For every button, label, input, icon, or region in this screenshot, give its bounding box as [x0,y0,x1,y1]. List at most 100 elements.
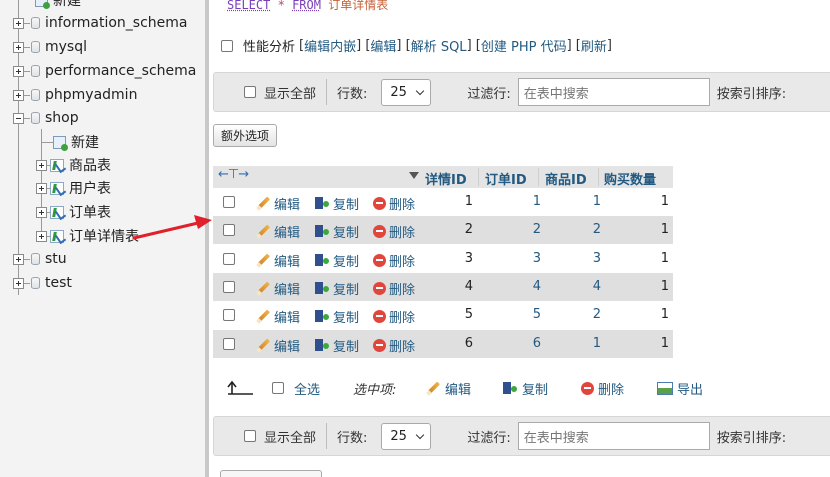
table-cell[interactable]: 2 [511,222,541,237]
profiling-checkbox[interactable] [221,39,233,52]
row-copy-button[interactable]: 复制 [315,336,359,355]
explain-sql-link[interactable]: 解析 SQL [411,36,467,55]
bulk-delete-button[interactable]: 删除 [581,379,624,398]
row-copy-button[interactable]: 复制 [315,194,359,213]
table-cell[interactable]: 6 [511,336,541,351]
sql-keyword-from[interactable]: FROM [292,0,321,12]
row-edit-button[interactable]: 编辑 [256,336,300,355]
column-header-product-id[interactable]: 商品ID [545,169,587,188]
row-copy-button[interactable]: 复制 [315,279,359,298]
tree-item-order-details-table[interactable]: 订单详情表 [36,225,139,247]
bulk-edit-button[interactable]: 编辑 [426,379,471,398]
filter-rows-input[interactable]: 在表中搜索 [517,78,710,106]
tree-item-phpmyadmin[interactable]: phpmyadmin [13,84,137,106]
table-cell[interactable]: 3 [511,251,541,266]
table-row[interactable]: 编辑 复制 删除 4 4 4 1 [213,272,673,301]
column-header-order-id[interactable]: 订单ID [485,169,527,188]
expand-icon[interactable] [36,230,47,242]
table-cell[interactable]: 2 [571,222,601,237]
tree-label: phpmyadmin [45,87,138,103]
rows-per-page-select[interactable]: 25 [381,422,432,450]
table-cell[interactable]: 1 [511,194,541,209]
select-all-checkbox[interactable] [272,382,284,394]
column-header-quantity[interactable]: 购买数量 [604,169,656,188]
expand-icon[interactable] [36,206,47,218]
sql-keyword-select[interactable]: SELECT [227,0,270,12]
show-all-checkbox[interactable] [244,86,256,98]
row-delete-button[interactable]: 删除 [373,279,415,298]
inline-edit-link[interactable]: 编辑内嵌 [304,36,356,55]
row-checkbox[interactable] [223,337,235,350]
table-cell[interactable]: 4 [511,279,541,294]
tree-item-information-schema[interactable]: information_schema [13,12,188,34]
row-edit-button[interactable]: 编辑 [256,251,300,270]
tree-item-stu[interactable]: stu [13,248,67,270]
bulk-copy-button[interactable]: 复制 [503,379,548,398]
show-all-checkbox[interactable] [244,430,256,442]
row-delete-button[interactable]: 删除 [373,194,415,213]
sort-indicator-icon[interactable] [409,172,419,179]
show-all-toggle[interactable]: 显示全部 [244,83,316,102]
table-row[interactable]: 编辑 复制 删除 6 6 1 1 [213,329,673,358]
bulk-export-button[interactable]: 导出 [657,379,703,398]
expand-icon[interactable] [13,65,24,77]
rows-per-page-select[interactable]: 25 [381,78,432,106]
table-cell[interactable]: 1 [571,194,601,209]
row-edit-button[interactable]: 编辑 [256,279,300,298]
create-php-code-link[interactable]: 创建 PHP 代码 [481,36,567,55]
show-all-toggle[interactable]: 显示全部 [244,427,316,446]
expand-icon[interactable] [13,41,24,53]
row-checkbox[interactable] [223,252,235,265]
row-copy-button[interactable]: 复制 [315,251,359,270]
expand-icon[interactable] [13,17,24,29]
tree-item-test[interactable]: test [13,272,72,294]
table-icon [50,205,64,219]
tree-item-orders-table[interactable]: 订单表 [36,201,111,223]
chevron-down-icon [416,430,425,439]
row-delete-button[interactable]: 删除 [373,336,415,355]
new-icon [35,0,50,9]
tree-item-users-table[interactable]: 用户表 [36,177,111,199]
select-all-label[interactable]: 全选 [294,379,320,398]
tree-item-performance-schema[interactable]: performance_schema [13,60,196,82]
row-delete-button[interactable]: 删除 [373,222,415,241]
tree-item-products-table[interactable]: 商品表 [36,154,111,176]
expand-icon[interactable] [13,277,24,289]
expand-icon[interactable] [13,253,24,265]
expand-icon[interactable] [36,182,47,194]
tree-item-new-table[interactable]: 新建 [42,131,99,153]
query-results-operations-button[interactable] [220,470,322,477]
column-header-detail-id[interactable]: 详情ID [425,169,467,188]
row-checkbox[interactable] [223,196,235,208]
table-cell[interactable]: 5 [511,307,541,322]
tree-item-new-database[interactable]: 新建 [35,0,81,11]
table-row[interactable]: 编辑 复制 删除 2 2 2 1 [213,216,673,245]
row-edit-button[interactable]: 编辑 [256,222,300,241]
collapse-icon[interactable] [13,112,24,124]
expand-icon[interactable] [13,89,24,101]
refresh-link[interactable]: 刷新 [581,36,607,55]
table-cell[interactable]: 3 [571,251,601,266]
table-cell[interactable]: 4 [571,279,601,294]
edit-query-link[interactable]: 编辑 [370,36,396,55]
extra-options-button[interactable]: 额外选项 [213,124,278,147]
row-checkbox[interactable] [223,224,235,237]
row-edit-button[interactable]: 编辑 [256,307,300,326]
row-edit-button[interactable]: 编辑 [256,194,300,213]
expand-icon[interactable] [36,159,47,171]
tree-item-mysql[interactable]: mysql [13,36,87,58]
row-checkbox[interactable] [223,280,235,293]
table-row[interactable]: 编辑 复制 删除 1 1 1 1 [213,188,673,216]
table-cell[interactable]: 2 [571,307,601,322]
row-delete-button[interactable]: 删除 [373,307,415,326]
table-row[interactable]: 编辑 复制 删除 5 5 2 1 [213,301,673,330]
column-resize-arrows-icon[interactable]: ←⊤→ [218,167,249,182]
row-checkbox[interactable] [223,309,235,322]
row-delete-button[interactable]: 删除 [373,251,415,270]
table-row[interactable]: 编辑 复制 删除 3 3 3 1 [213,244,673,273]
filter-rows-input[interactable]: 在表中搜索 [517,422,710,450]
row-copy-button[interactable]: 复制 [315,222,359,241]
table-cell[interactable]: 1 [571,336,601,351]
row-copy-button[interactable]: 复制 [315,307,359,326]
tree-item-shop[interactable]: shop [13,107,79,129]
